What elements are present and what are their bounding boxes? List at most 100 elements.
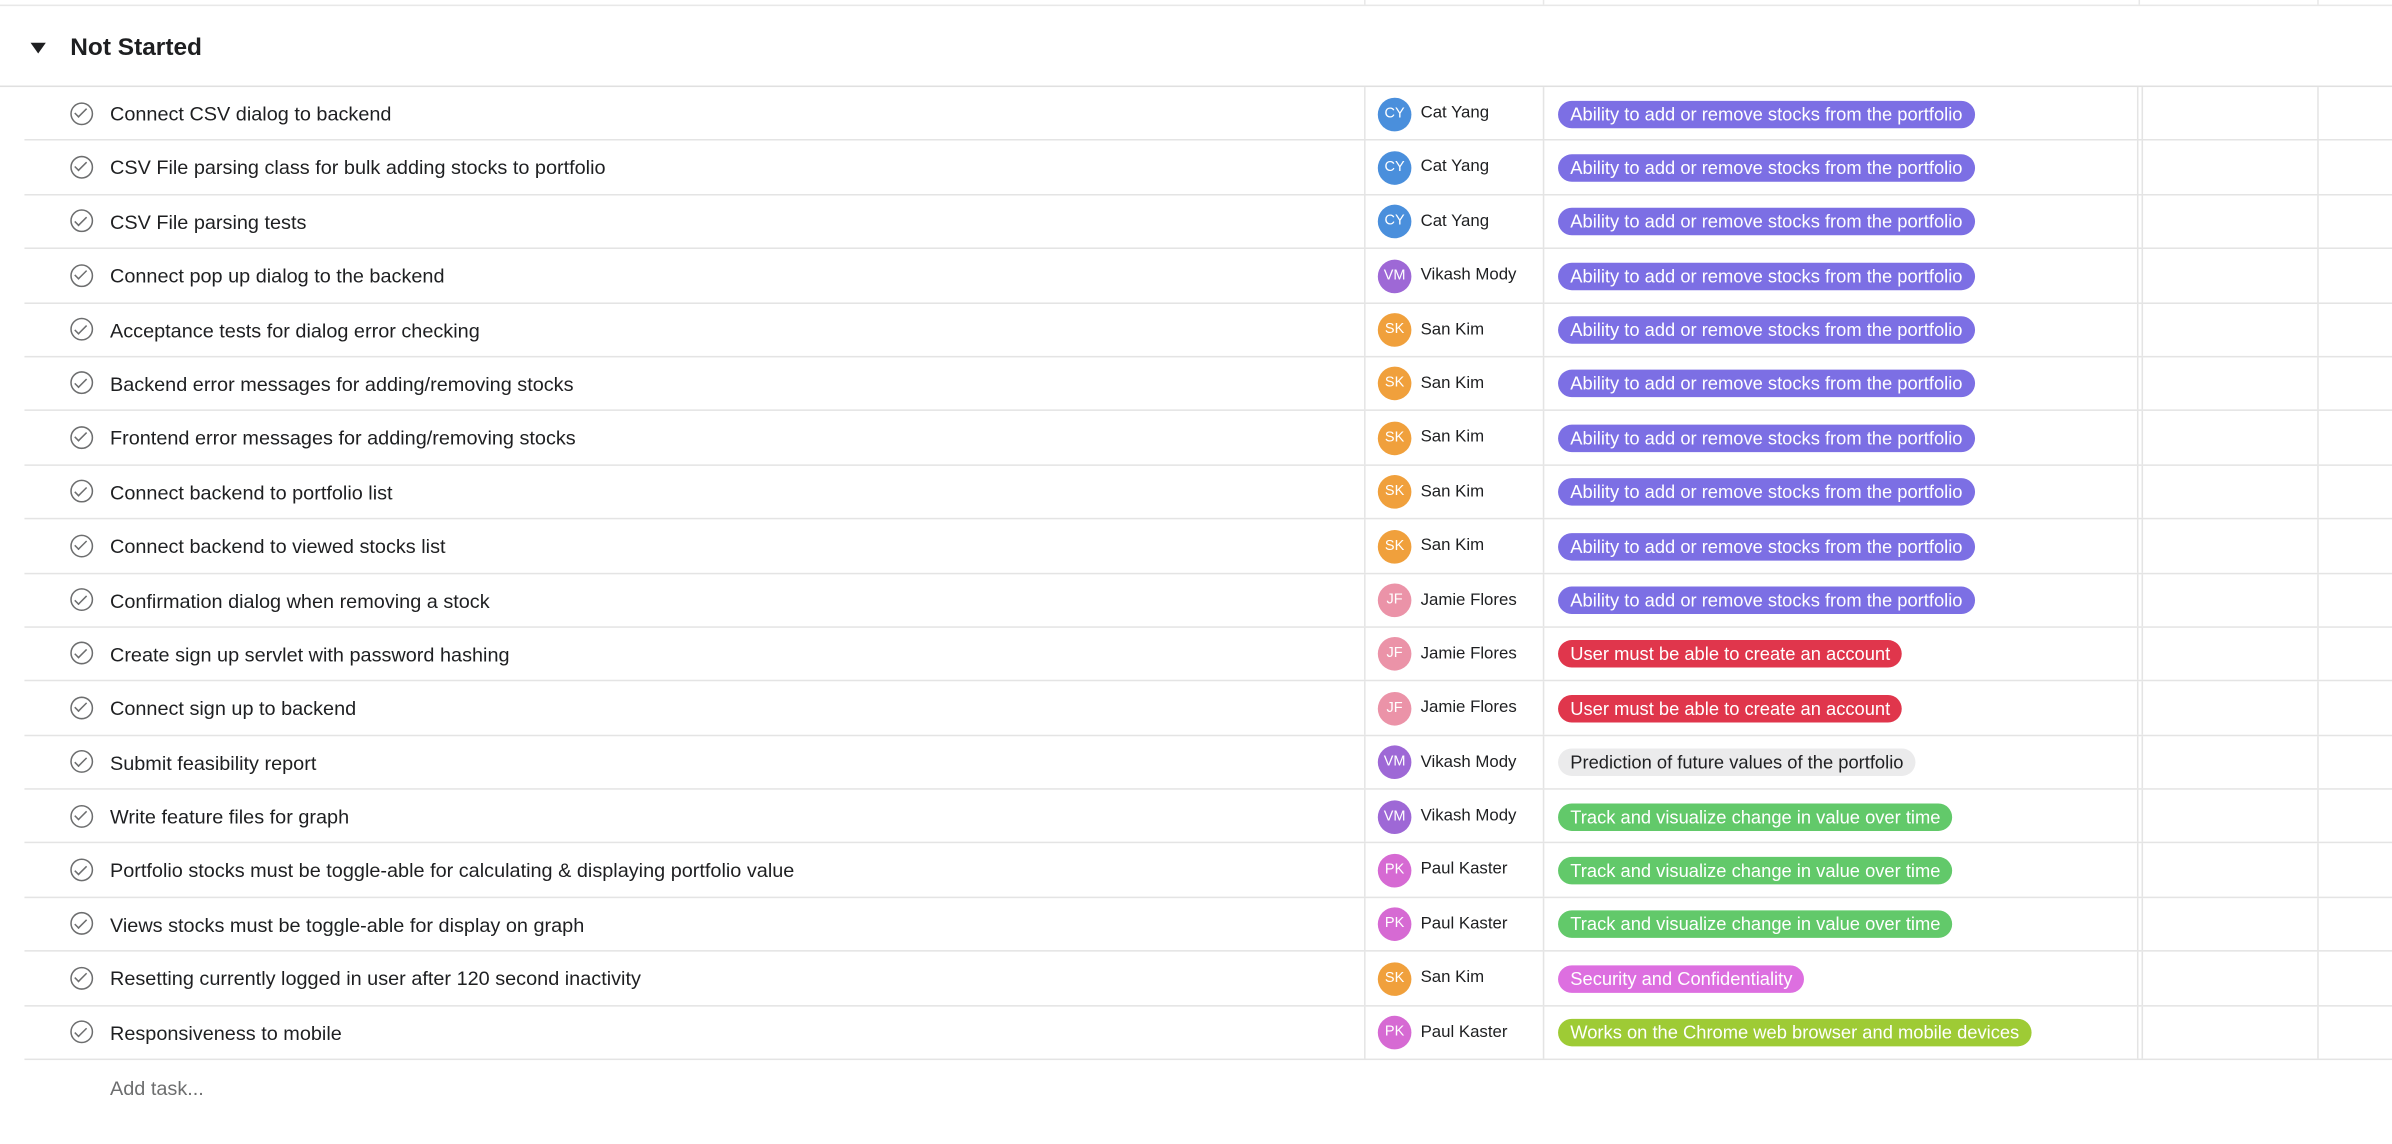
task-row[interactable]: Submit feasibility report VM Vikash Mody… (24, 735, 2392, 790)
tag-pill[interactable]: Ability to add or remove stocks from the… (1558, 208, 1975, 236)
task-name[interactable]: CSV File parsing class for bulk adding s… (110, 156, 606, 179)
tag-pill[interactable]: Prediction of future values of the portf… (1558, 748, 1916, 777)
complete-checkmark-icon[interactable] (70, 804, 94, 828)
avatar[interactable]: VM (1377, 745, 1412, 780)
section-title[interactable]: Not Started (70, 35, 202, 62)
task-name[interactable]: Responsiveness to mobile (110, 1021, 342, 1044)
tag-pill[interactable]: Track and visualize change in value over… (1558, 856, 1953, 885)
avatar[interactable]: JF (1377, 691, 1412, 726)
task-row[interactable]: Portfolio stocks must be toggle-able for… (24, 843, 2392, 898)
complete-checkmark-icon[interactable] (70, 101, 94, 125)
tag-pill[interactable]: Track and visualize change in value over… (1558, 802, 1953, 831)
task-name[interactable]: Connect backend to viewed stocks list (110, 535, 446, 558)
assignee-name[interactable]: Jamie Flores (1421, 699, 1517, 717)
avatar[interactable]: PK (1377, 1016, 1412, 1050)
complete-checkmark-icon[interactable] (70, 425, 94, 449)
assignee-name[interactable]: San Kim (1421, 482, 1485, 500)
tag-pill[interactable]: Security and Confidentiality (1558, 964, 1805, 993)
tag-pill[interactable]: Ability to add or remove stocks from the… (1558, 586, 1975, 615)
task-name[interactable]: Connect CSV dialog to backend (110, 102, 392, 125)
assignee-name[interactable]: Jamie Flores (1421, 644, 1517, 662)
task-row[interactable]: Connect backend to viewed stocks list SK… (24, 519, 2392, 574)
assignee-name[interactable]: Jamie Flores (1421, 590, 1517, 608)
task-row[interactable]: Responsiveness to mobile PK Paul Kaster … (24, 1006, 2392, 1061)
complete-checkmark-icon[interactable] (70, 371, 94, 395)
tag-pill[interactable]: Ability to add or remove stocks from the… (1558, 370, 1975, 398)
task-row[interactable]: Confirmation dialog when removing a stoc… (24, 573, 2392, 628)
add-task-button[interactable]: Add task... (110, 1077, 204, 1100)
tag-pill[interactable]: User must be able to create an account (1558, 640, 1903, 669)
task-name[interactable]: Resetting currently logged in user after… (110, 967, 641, 990)
task-name[interactable]: Submit feasibility report (110, 751, 316, 774)
assignee-name[interactable]: San Kim (1421, 969, 1485, 987)
avatar[interactable]: JF (1377, 637, 1412, 672)
tag-pill[interactable]: Ability to add or remove stocks from the… (1558, 154, 1975, 182)
tag-pill[interactable]: Ability to add or remove stocks from the… (1558, 316, 1975, 344)
assignee-name[interactable]: Paul Kaster (1421, 915, 1508, 933)
avatar[interactable]: SK (1377, 529, 1412, 564)
assignee-name[interactable]: Cat Yang (1421, 158, 1490, 176)
complete-checkmark-icon[interactable] (70, 263, 94, 287)
tag-pill[interactable]: Works on the Chrome web browser and mobi… (1558, 1019, 2032, 1047)
assignee-name[interactable]: San Kim (1421, 374, 1485, 392)
avatar[interactable]: PK (1377, 907, 1412, 942)
task-row[interactable]: Acceptance tests for dialog error checki… (24, 303, 2392, 358)
task-name[interactable]: Connect sign up to backend (110, 697, 356, 720)
task-row[interactable]: Create sign up servlet with password has… (24, 627, 2392, 682)
avatar[interactable]: CY (1377, 96, 1412, 131)
tag-pill[interactable]: Ability to add or remove stocks from the… (1558, 262, 1975, 290)
avatar[interactable]: CY (1377, 151, 1412, 185)
avatar[interactable]: VM (1377, 259, 1412, 293)
avatar[interactable]: SK (1377, 421, 1412, 455)
task-name[interactable]: Views stocks must be toggle-able for dis… (110, 913, 584, 936)
assignee-name[interactable]: Vikash Mody (1421, 266, 1517, 284)
complete-checkmark-icon[interactable] (70, 696, 94, 720)
assignee-name[interactable]: Cat Yang (1421, 212, 1490, 230)
task-name[interactable]: Create sign up servlet with password has… (110, 643, 510, 666)
task-row[interactable]: Resetting currently logged in user after… (24, 952, 2392, 1007)
task-name[interactable]: CSV File parsing tests (110, 210, 306, 233)
collapse-caret-icon[interactable] (30, 42, 46, 54)
avatar[interactable]: CY (1377, 205, 1412, 239)
tag-pill[interactable]: Ability to add or remove stocks from the… (1558, 532, 1975, 561)
avatar[interactable]: SK (1377, 367, 1412, 401)
complete-checkmark-icon[interactable] (70, 966, 94, 990)
task-row[interactable]: Connect sign up to backend JF Jamie Flor… (24, 681, 2392, 736)
complete-checkmark-icon[interactable] (70, 1020, 94, 1044)
task-name[interactable]: Backend error messages for adding/removi… (110, 373, 574, 396)
task-name[interactable]: Connect backend to portfolio list (110, 481, 393, 504)
task-name[interactable]: Frontend error messages for adding/remov… (110, 427, 576, 450)
complete-checkmark-icon[interactable] (70, 858, 94, 882)
task-row[interactable]: Backend error messages for adding/removi… (24, 357, 2392, 412)
tag-pill[interactable]: Ability to add or remove stocks from the… (1558, 424, 1975, 452)
avatar[interactable]: VM (1377, 799, 1412, 834)
assignee-name[interactable]: Paul Kaster (1421, 861, 1508, 879)
tag-pill[interactable]: User must be able to create an account (1558, 694, 1903, 723)
assignee-name[interactable]: Paul Kaster (1421, 1023, 1508, 1041)
task-row[interactable]: Frontend error messages for adding/remov… (24, 411, 2392, 466)
avatar[interactable]: JF (1377, 583, 1412, 618)
complete-checkmark-icon[interactable] (70, 912, 94, 936)
task-row[interactable]: Connect CSV dialog to backend CY Cat Yan… (24, 87, 2392, 142)
assignee-name[interactable]: Cat Yang (1421, 104, 1490, 122)
task-name[interactable]: Confirmation dialog when removing a stoc… (110, 589, 490, 612)
tag-pill[interactable]: Track and visualize change in value over… (1558, 910, 1953, 939)
complete-checkmark-icon[interactable] (70, 479, 94, 503)
assignee-name[interactable]: Vikash Mody (1421, 753, 1517, 771)
complete-checkmark-icon[interactable] (70, 750, 94, 774)
avatar[interactable]: SK (1377, 475, 1412, 510)
task-name[interactable]: Connect pop up dialog to the backend (110, 265, 445, 288)
assignee-name[interactable]: San Kim (1421, 320, 1485, 338)
tag-pill[interactable]: Ability to add or remove stocks from the… (1558, 100, 1975, 128)
complete-checkmark-icon[interactable] (70, 588, 94, 612)
task-row[interactable]: CSV File parsing tests CY Cat Yang Abili… (24, 195, 2392, 250)
task-name[interactable]: Acceptance tests for dialog error checki… (110, 319, 480, 342)
complete-checkmark-icon[interactable] (70, 534, 94, 557)
assignee-name[interactable]: San Kim (1421, 428, 1485, 446)
complete-checkmark-icon[interactable] (70, 155, 94, 179)
assignee-name[interactable]: Vikash Mody (1421, 807, 1517, 825)
task-row[interactable]: CSV File parsing class for bulk adding s… (24, 141, 2392, 196)
avatar[interactable]: PK (1377, 853, 1412, 888)
tag-pill[interactable]: Ability to add or remove stocks from the… (1558, 478, 1975, 506)
complete-checkmark-icon[interactable] (70, 642, 94, 666)
